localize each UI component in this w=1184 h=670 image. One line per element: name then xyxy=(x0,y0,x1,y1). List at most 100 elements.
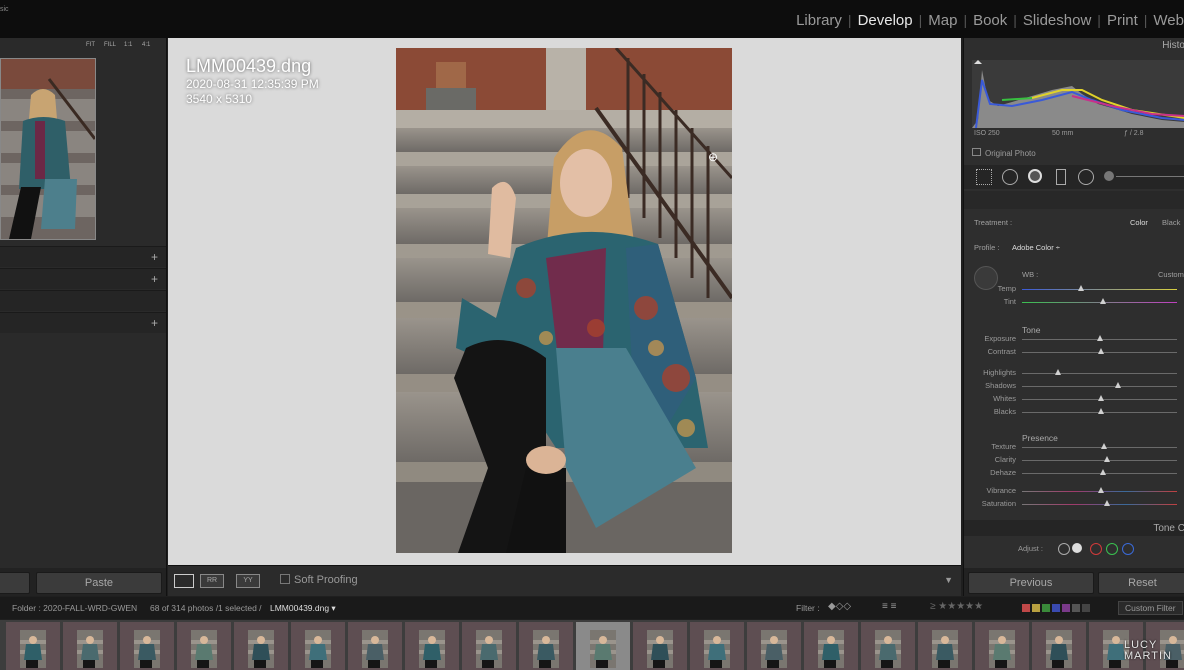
history-section[interactable] xyxy=(0,290,166,311)
filmstrip-thumb[interactable] xyxy=(804,622,858,670)
module-library[interactable]: Library xyxy=(790,12,848,29)
collections-section[interactable]: + xyxy=(0,312,166,333)
copy-button[interactable] xyxy=(0,572,30,594)
add-snapshot-icon[interactable]: + xyxy=(151,272,158,286)
blue-curve-icon[interactable] xyxy=(1122,543,1134,555)
blacks-slider-handle[interactable] xyxy=(1098,408,1105,414)
exposure-slider-handle[interactable] xyxy=(1096,335,1103,341)
before-after-icon[interactable]: RR xyxy=(200,574,224,588)
filmstrip-thumb[interactable] xyxy=(1032,622,1086,670)
contrast-slider-handle[interactable] xyxy=(1098,348,1105,354)
rating-filter-icon[interactable]: ≥ ★★★★★ xyxy=(930,601,983,612)
highlights-slider-handle[interactable] xyxy=(1054,369,1061,375)
module-web[interactable]: Web xyxy=(1147,12,1184,29)
temp-slider-handle[interactable] xyxy=(1077,285,1084,291)
histogram-title: Histo xyxy=(1162,40,1184,51)
filmstrip-thumb[interactable] xyxy=(6,622,60,670)
texture-slider-track[interactable] xyxy=(1022,447,1177,448)
navigator-preview[interactable] xyxy=(0,58,96,240)
whites-slider-handle[interactable] xyxy=(1098,395,1105,401)
filmstrip-thumb[interactable] xyxy=(918,622,972,670)
filmstrip-thumb[interactable] xyxy=(234,622,288,670)
main-photo[interactable] xyxy=(396,48,732,553)
filmstrip-thumb[interactable] xyxy=(177,622,231,670)
color-label-filter[interactable] xyxy=(1020,603,1090,613)
clarity-slider-track[interactable] xyxy=(1022,460,1177,461)
red-curve-icon[interactable] xyxy=(1090,543,1102,555)
module-print[interactable]: Print xyxy=(1101,12,1144,29)
module-map[interactable]: Map xyxy=(922,12,963,29)
dehaze-slider-handle[interactable] xyxy=(1099,469,1106,475)
nav-fit[interactable]: FIT xyxy=(86,42,95,48)
filmstrip-thumb[interactable] xyxy=(519,622,573,670)
module-book[interactable]: Book xyxy=(967,12,1013,29)
filter-sliders-icon[interactable]: ≡ ≡ xyxy=(882,601,896,612)
spot-removal-icon[interactable] xyxy=(1002,169,1018,185)
filmstrip-thumb[interactable] xyxy=(861,622,915,670)
tone-curve-adjust-row: Adjust : xyxy=(964,538,1184,560)
module-slideshow[interactable]: Slideshow xyxy=(1017,12,1097,29)
filmstrip-thumb-selected[interactable] xyxy=(576,622,630,670)
tint-slider-handle[interactable] xyxy=(1099,298,1106,304)
parametric-curve-icon[interactable] xyxy=(1058,543,1070,555)
module-develop[interactable]: Develop xyxy=(852,12,919,29)
previous-button[interactable]: Previous xyxy=(968,572,1094,594)
filmstrip-thumb[interactable] xyxy=(405,622,459,670)
filmstrip-thumb[interactable] xyxy=(63,622,117,670)
filmstrip-thumb[interactable] xyxy=(291,622,345,670)
presets-section[interactable]: + xyxy=(0,246,166,267)
vibrance-slider-handle[interactable] xyxy=(1098,487,1105,493)
filmstrip-thumb[interactable] xyxy=(633,622,687,670)
tone-curve-header[interactable]: Tone C xyxy=(964,520,1184,536)
green-curve-icon[interactable] xyxy=(1106,543,1118,555)
folder-path[interactable]: Folder : 2020-FALL-WRD-GWEN xyxy=(12,603,137,613)
treatment-black[interactable]: Black xyxy=(1162,218,1180,227)
highlights-slider-track[interactable] xyxy=(1022,373,1177,374)
profile-label: Profile : xyxy=(974,243,1000,252)
brush-icon[interactable] xyxy=(1104,171,1114,181)
nav-1to1[interactable]: 1:1 xyxy=(124,42,132,48)
crop-tool-icon[interactable] xyxy=(976,169,992,185)
soft-proofing-checkbox[interactable] xyxy=(280,574,290,584)
loupe-view-icon[interactable] xyxy=(174,574,194,588)
filmstrip-thumb[interactable] xyxy=(348,622,402,670)
soft-proofing-toggle[interactable]: Soft Proofing xyxy=(280,574,358,586)
snapshots-section[interactable]: + xyxy=(0,268,166,289)
image-canvas[interactable]: ⊕ LMM00439.dng 2020-08-31 12:35:39 PM 35… xyxy=(168,38,961,565)
nav-fill[interactable]: FILL xyxy=(104,42,116,48)
flag-filter-icon[interactable]: ◆◇◇ xyxy=(828,601,851,612)
shadows-slider-track[interactable] xyxy=(1022,386,1177,387)
selected-filename-dropdown[interactable]: LMM00439.dng ▾ xyxy=(270,603,336,614)
custom-filter-dropdown[interactable]: Custom Filter xyxy=(1118,601,1183,615)
paste-button[interactable]: Paste xyxy=(36,572,162,594)
clarity-slider-handle[interactable] xyxy=(1104,456,1111,462)
before-after-split-icon[interactable]: YY xyxy=(236,574,260,588)
filmstrip-thumb[interactable] xyxy=(462,622,516,670)
filmstrip-thumb[interactable] xyxy=(747,622,801,670)
texture-slider-handle[interactable] xyxy=(1101,443,1108,449)
basic-panel-header[interactable] xyxy=(964,191,1184,209)
treatment-color[interactable]: Color xyxy=(1130,218,1148,227)
thumb-image xyxy=(989,630,1015,668)
graduated-filter-icon[interactable] xyxy=(1056,169,1066,185)
saturation-slider-track[interactable] xyxy=(1022,504,1177,505)
add-collection-icon[interactable]: + xyxy=(151,316,158,330)
toolbar-menu-chevron-icon[interactable]: ▼ xyxy=(944,575,953,585)
nav-4to1[interactable]: 4:1 xyxy=(142,42,150,48)
filmstrip-thumb[interactable] xyxy=(690,622,744,670)
red-eye-icon[interactable] xyxy=(1028,169,1042,183)
filmstrip-thumb[interactable] xyxy=(975,622,1029,670)
rgb-curve-icon[interactable] xyxy=(1072,543,1082,553)
profile-dropdown[interactable]: Adobe Color ÷ xyxy=(1012,243,1060,252)
shadows-slider-handle[interactable] xyxy=(1115,382,1122,388)
wb-value[interactable]: Custom xyxy=(1158,270,1184,279)
radial-filter-icon[interactable] xyxy=(1078,169,1094,185)
original-photo-toggle[interactable]: Original Photo xyxy=(972,148,1036,158)
histogram[interactable] xyxy=(972,60,1184,128)
add-preset-icon[interactable]: + xyxy=(151,250,158,264)
temp-slider-track[interactable] xyxy=(1022,289,1177,290)
reset-button[interactable]: Reset xyxy=(1098,572,1184,594)
filmstrip-thumb[interactable] xyxy=(120,622,174,670)
saturation-slider-handle[interactable] xyxy=(1104,500,1111,506)
soft-proofing-label: Soft Proofing xyxy=(294,574,358,586)
